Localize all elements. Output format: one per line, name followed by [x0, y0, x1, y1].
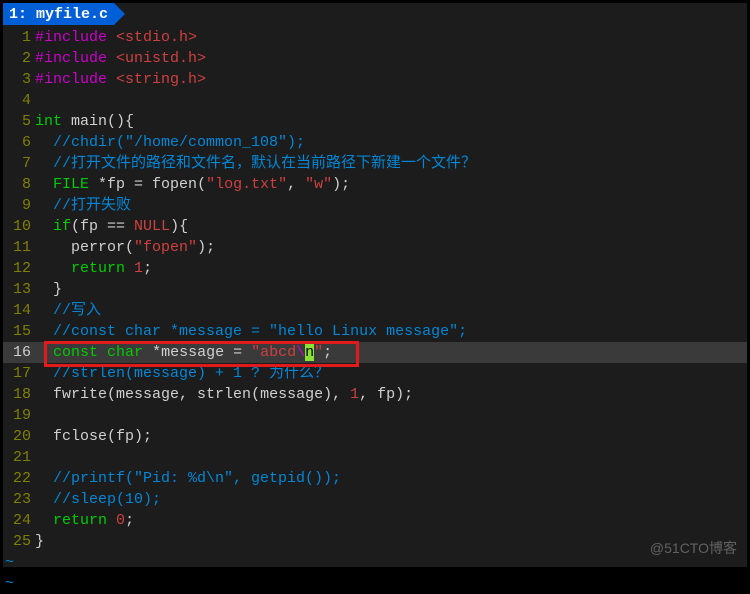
line-number: 11: [3, 237, 35, 258]
code-content: FILE *fp = fopen("log.txt", "w");: [35, 174, 747, 195]
editor-window: 1: myfile.c 1#include <stdio.h>2#include…: [3, 3, 747, 567]
code-line[interactable]: 25}: [3, 531, 747, 552]
line-number: 22: [3, 468, 35, 489]
code-content: //chdir("/home/common_108");: [35, 132, 747, 153]
code-content: const char *message = "abcd\n";: [35, 342, 747, 363]
line-number: 10: [3, 216, 35, 237]
line-number: 2: [3, 48, 35, 69]
code-content: fclose(fp);: [35, 426, 747, 447]
line-number: 7: [3, 153, 35, 174]
code-line[interactable]: 14 //写入: [3, 300, 747, 321]
code-line[interactable]: 20 fclose(fp);: [3, 426, 747, 447]
code-line[interactable]: 3#include <string.h>: [3, 69, 747, 90]
code-line[interactable]: 5int main(){: [3, 111, 747, 132]
file-tab[interactable]: 1: myfile.c: [3, 3, 114, 25]
line-number: 25: [3, 531, 35, 552]
code-area[interactable]: 1#include <stdio.h>2#include <unistd.h>3…: [3, 25, 747, 552]
code-line[interactable]: 15 //const char *message = "hello Linux …: [3, 321, 747, 342]
code-line[interactable]: 4: [3, 90, 747, 111]
line-number: 20: [3, 426, 35, 447]
code-content: perror("fopen");: [35, 237, 747, 258]
line-number: 4: [3, 90, 35, 111]
eof-tilde: ~: [3, 573, 747, 594]
line-number: 8: [3, 174, 35, 195]
code-line[interactable]: 6 //chdir("/home/common_108");: [3, 132, 747, 153]
watermark: @51CTO博客: [650, 538, 737, 559]
line-number: 5: [3, 111, 35, 132]
line-number: 24: [3, 510, 35, 531]
code-content: #include <stdio.h>: [35, 27, 747, 48]
code-line[interactable]: 23 //sleep(10);: [3, 489, 747, 510]
code-line[interactable]: 21: [3, 447, 747, 468]
line-number: 19: [3, 405, 35, 426]
code-line[interactable]: 7 //打开文件的路径和文件名，默认在当前路径下新建一个文件？: [3, 153, 747, 174]
code-line[interactable]: 24 return 0;: [3, 510, 747, 531]
code-line[interactable]: 8 FILE *fp = fopen("log.txt", "w");: [3, 174, 747, 195]
code-line[interactable]: 12 return 1;: [3, 258, 747, 279]
code-content: #include <unistd.h>: [35, 48, 747, 69]
code-content: //strlen(message) + 1 ? 为什么？: [35, 363, 747, 384]
code-content: [35, 405, 747, 426]
code-content: //sleep(10);: [35, 489, 747, 510]
code-line[interactable]: 16 const char *message = "abcd\n";: [3, 342, 747, 363]
line-number: 15: [3, 321, 35, 342]
code-content: fwrite(message, strlen(message), 1, fp);: [35, 384, 747, 405]
code-line[interactable]: 11 perror("fopen");: [3, 237, 747, 258]
line-number: 17: [3, 363, 35, 384]
code-content: [35, 447, 747, 468]
code-content: return 1;: [35, 258, 747, 279]
code-line[interactable]: 10 if(fp == NULL){: [3, 216, 747, 237]
code-content: }: [35, 531, 747, 552]
line-number: 1: [3, 27, 35, 48]
file-tab-label: 1: myfile.c: [9, 4, 108, 25]
code-content: int main(){: [35, 111, 747, 132]
code-content: //打开文件的路径和文件名，默认在当前路径下新建一个文件？: [35, 153, 747, 174]
line-number: 9: [3, 195, 35, 216]
code-line[interactable]: 22 //printf("Pid: %d\n", getpid());: [3, 468, 747, 489]
code-line[interactable]: 18 fwrite(message, strlen(message), 1, f…: [3, 384, 747, 405]
line-number: 13: [3, 279, 35, 300]
code-line[interactable]: 13 }: [3, 279, 747, 300]
line-number: 21: [3, 447, 35, 468]
code-content: #include <string.h>: [35, 69, 747, 90]
code-content: [35, 90, 747, 111]
line-number: 18: [3, 384, 35, 405]
code-line[interactable]: 17 //strlen(message) + 1 ? 为什么？: [3, 363, 747, 384]
line-number: 12: [3, 258, 35, 279]
line-number: 6: [3, 132, 35, 153]
line-number: 16: [3, 342, 35, 363]
code-content: //打开失败: [35, 195, 747, 216]
code-content: return 0;: [35, 510, 747, 531]
tab-bar: 1: myfile.c: [3, 3, 747, 25]
code-content: //const char *message = "hello Linux mes…: [35, 321, 747, 342]
code-content: if(fp == NULL){: [35, 216, 747, 237]
code-line[interactable]: 1#include <stdio.h>: [3, 27, 747, 48]
code-line[interactable]: 9 //打开失败: [3, 195, 747, 216]
code-content: }: [35, 279, 747, 300]
line-number: 3: [3, 69, 35, 90]
code-line[interactable]: 19: [3, 405, 747, 426]
code-content: //写入: [35, 300, 747, 321]
code-line[interactable]: 2#include <unistd.h>: [3, 48, 747, 69]
code-content: //printf("Pid: %d\n", getpid());: [35, 468, 747, 489]
line-number: 14: [3, 300, 35, 321]
line-number: 23: [3, 489, 35, 510]
